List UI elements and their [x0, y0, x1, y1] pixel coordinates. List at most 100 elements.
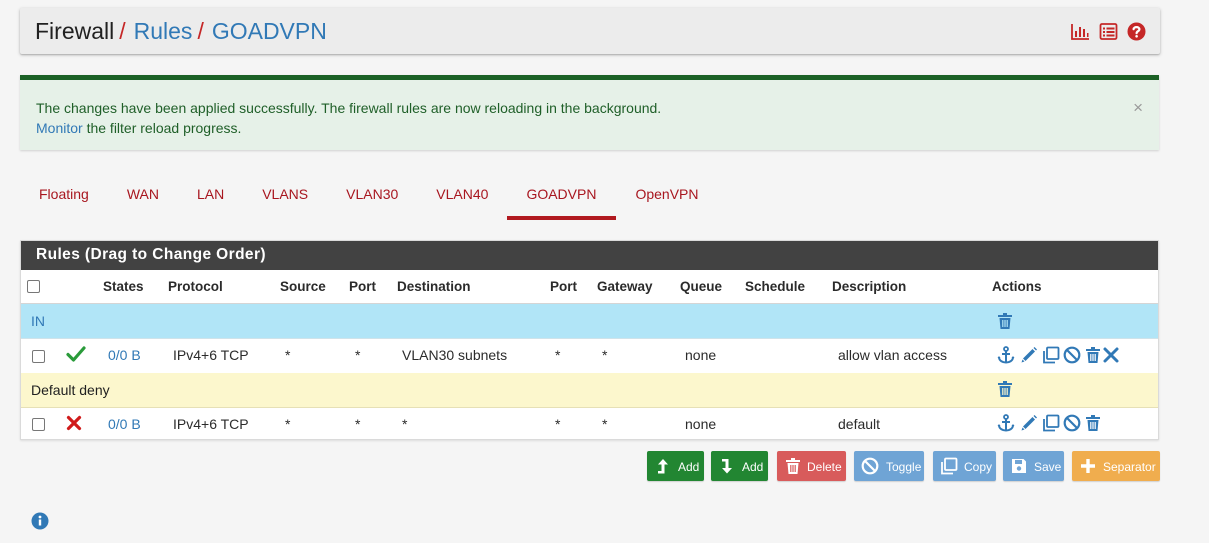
save-label: Save	[1034, 460, 1062, 474]
tab-floating[interactable]: Floating	[20, 176, 108, 220]
col-source: Source	[280, 279, 326, 294]
rule-queue: none	[685, 347, 717, 363]
alert-message: The changes have been applied successful…	[36, 100, 662, 116]
ban-icon[interactable]	[1063, 414, 1081, 432]
separator-label-default-deny: Default deny	[31, 382, 110, 398]
interface-tabs: Floating WAN LAN VLANS VLAN30 VLAN40 GOA…	[20, 176, 718, 220]
page-header: Firewall / Rules / GOADVPN	[20, 8, 1160, 54]
alert-monitor-line: Monitor the filter reload progress.	[36, 120, 241, 136]
col-states: States	[103, 279, 144, 294]
plus-icon	[1079, 457, 1097, 475]
col-dest-port: Port	[550, 279, 577, 294]
rule-destination: VLAN30 subnets	[402, 347, 508, 363]
alert-monitor-suffix: the filter reload progress.	[82, 120, 242, 136]
rule-gateway: *	[602, 416, 608, 432]
check-icon[interactable]	[66, 345, 86, 363]
col-source-port: Port	[349, 279, 376, 294]
copy-label: Copy	[964, 460, 993, 474]
rule-checkbox[interactable]	[32, 418, 45, 431]
rule-source-port: *	[355, 416, 361, 432]
success-alert: The changes have been applied successful…	[20, 75, 1159, 150]
tab-openvpn[interactable]: OpenVPN	[616, 176, 717, 220]
table-row[interactable]: 0/0 B IPv4+6 TCP * * * * * none default	[21, 407, 1158, 440]
separator-label-in: IN	[31, 313, 45, 329]
tab-wan[interactable]: WAN	[108, 176, 178, 220]
tab-vlans[interactable]: VLANS	[243, 176, 327, 220]
separator-row-in[interactable]: IN	[21, 304, 1158, 339]
separator-row-default-deny[interactable]: Default deny	[21, 373, 1158, 408]
tab-vlan40[interactable]: VLAN40	[417, 176, 507, 220]
copy-icon[interactable]	[1042, 414, 1060, 432]
col-queue: Queue	[680, 279, 723, 294]
select-all-checkbox[interactable]	[27, 280, 40, 293]
breadcrumb-separator: /	[197, 18, 204, 44]
trash-icon[interactable]	[1084, 414, 1102, 432]
table-header: States Protocol Source Port Destination …	[21, 270, 1158, 305]
rule-states[interactable]: 0/0 B	[108, 347, 141, 363]
rule-states[interactable]: 0/0 B	[108, 416, 141, 432]
breadcrumb: Firewall / Rules / GOADVPN	[35, 17, 327, 45]
anchor-icon[interactable]	[997, 346, 1015, 364]
separator-label: Separator	[1103, 460, 1156, 474]
rule-description: allow vlan access	[838, 347, 947, 363]
rule-dest-port: *	[555, 416, 561, 432]
rule-source-port: *	[355, 347, 361, 363]
trash-icon[interactable]	[1084, 346, 1102, 364]
tab-vlan30[interactable]: VLAN30	[327, 176, 417, 220]
rule-checkbox[interactable]	[32, 350, 45, 363]
ban-icon[interactable]	[1063, 346, 1081, 364]
copy-icon[interactable]	[1042, 346, 1060, 364]
separator-button[interactable]: Separator	[1072, 451, 1160, 481]
add-bottom-label: Add	[742, 460, 764, 474]
ban-icon	[861, 457, 879, 475]
add-top-button[interactable]: Add	[647, 451, 704, 481]
col-schedule: Schedule	[745, 279, 806, 294]
pencil-icon[interactable]	[1020, 414, 1038, 432]
arrow-turn-up-icon	[654, 457, 672, 475]
tab-lan[interactable]: LAN	[178, 176, 243, 220]
rule-gateway: *	[602, 347, 608, 363]
add-top-label: Add	[678, 460, 700, 474]
delete-button[interactable]: Delete	[777, 451, 846, 481]
copy-icon	[940, 457, 958, 475]
add-bottom-button[interactable]: Add	[711, 451, 768, 481]
rule-source: *	[285, 347, 291, 363]
col-destination: Destination	[397, 279, 471, 294]
breadcrumb-rules-link[interactable]: Rules	[134, 18, 193, 44]
col-gateway: Gateway	[597, 279, 653, 294]
arrow-turn-down-icon	[718, 457, 736, 475]
pencil-icon[interactable]	[1020, 346, 1038, 364]
bar-chart-icon[interactable]	[1071, 22, 1090, 41]
toggle-button[interactable]: Toggle	[854, 451, 924, 481]
col-protocol: Protocol	[168, 279, 223, 294]
rule-source: *	[285, 416, 291, 432]
rule-protocol: IPv4+6 TCP	[173, 416, 249, 432]
tab-goadvpn[interactable]: GOADVPN	[507, 176, 617, 220]
breadcrumb-firewall: Firewall	[35, 18, 115, 44]
delete-label: Delete	[807, 460, 842, 474]
save-button[interactable]: Save	[1003, 451, 1064, 481]
toggle-label: Toggle	[886, 460, 922, 474]
trash-icon[interactable]	[996, 312, 1014, 330]
copy-button[interactable]: Copy	[933, 451, 996, 481]
trash-icon	[784, 457, 802, 475]
anchor-icon[interactable]	[997, 414, 1015, 432]
rule-protocol: IPv4+6 TCP	[173, 347, 249, 363]
col-description: Description	[832, 279, 907, 294]
rule-description: default	[838, 416, 881, 432]
rule-queue: none	[685, 416, 717, 432]
alert-close-button[interactable]: ×	[1133, 99, 1143, 116]
list-icon[interactable]	[1099, 22, 1118, 41]
panel-title: Rules (Drag to Change Order)	[21, 241, 1158, 270]
rule-dest-port: *	[555, 347, 561, 363]
rule-destination: *	[402, 416, 408, 432]
breadcrumb-goadvpn-link[interactable]: GOADVPN	[212, 18, 327, 44]
table-row[interactable]: 0/0 B IPv4+6 TCP * * VLAN30 subnets * * …	[21, 338, 1158, 374]
times-icon[interactable]	[65, 414, 83, 432]
info-icon[interactable]	[31, 512, 49, 530]
help-icon[interactable]	[1127, 22, 1146, 41]
monitor-link[interactable]: Monitor	[36, 120, 83, 136]
col-actions: Actions	[992, 279, 1042, 294]
trash-icon[interactable]	[996, 380, 1014, 398]
close-icon[interactable]	[1102, 346, 1120, 364]
